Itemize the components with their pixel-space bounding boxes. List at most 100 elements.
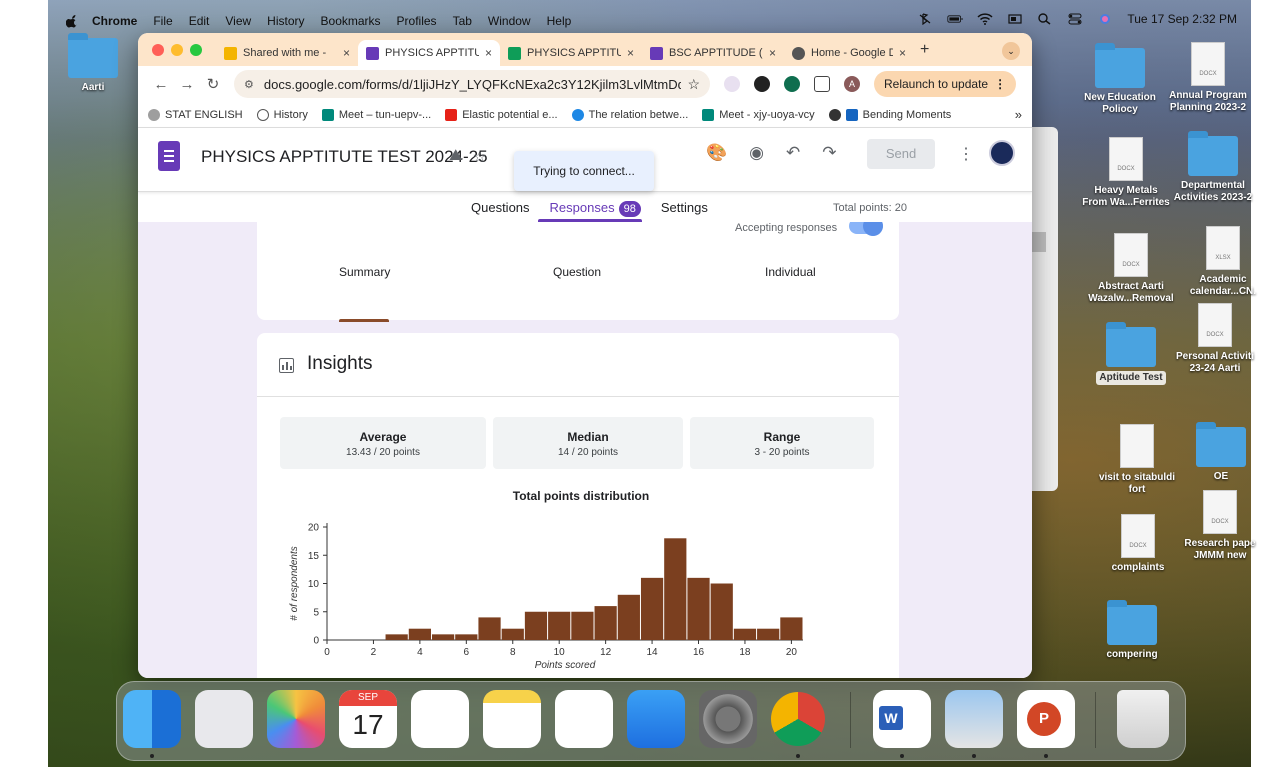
desktop-folder-oe[interactable]: OE <box>1176 422 1266 483</box>
back-arrow-icon[interactable]: ← <box>148 76 174 93</box>
wifi-icon[interactable] <box>977 13 993 25</box>
send-button[interactable]: Send <box>867 139 935 169</box>
desktop-folder-compering[interactable]: compering <box>1087 600 1177 661</box>
menu-history[interactable]: History <box>267 14 304 28</box>
preview-icon[interactable] <box>945 690 1003 748</box>
minimize-window-button[interactable] <box>171 43 183 56</box>
close-tab-icon[interactable]: × <box>627 46 634 60</box>
address-bar[interactable]: ⚙ docs.google.com/forms/d/1ljiJHzY_LYQFK… <box>234 70 710 98</box>
spotlight-search-icon[interactable] <box>1037 13 1053 25</box>
calendar-icon[interactable]: SEP 17 <box>339 690 397 748</box>
tab-search-chevron-icon[interactable]: ⌄ <box>1002 42 1020 60</box>
menu-file[interactable]: File <box>153 14 172 28</box>
subtab-individual[interactable]: Individual <box>765 265 816 279</box>
desktop-folder-new-education[interactable]: New Education Poliocy <box>1075 43 1165 116</box>
customize-theme-palette-icon[interactable]: 🎨 <box>706 143 727 163</box>
google-forms-logo-icon[interactable] <box>158 141 180 171</box>
extension-icon[interactable] <box>754 76 770 92</box>
new-tab-button[interactable]: + <box>920 41 929 59</box>
screen-mirroring-icon[interactable] <box>1007 13 1023 25</box>
bookmark-star-icon[interactable]: ☆ <box>687 76 700 93</box>
preview-eye-icon[interactable]: ◉ <box>749 143 764 163</box>
apple-icon[interactable] <box>66 14 78 28</box>
tab-physics-apptitute-sheet[interactable]: PHYSICS APPTITU × <box>500 40 642 66</box>
bookmark-meet-1[interactable]: Meet – tun-uepv-... <box>321 108 431 121</box>
desktop-doc-abstract[interactable]: DOCX Abstract Aarti Wazalw...Removal <box>1086 233 1176 305</box>
word-icon[interactable]: W <box>873 690 931 748</box>
siri-icon[interactable] <box>1097 13 1113 25</box>
bookmark-elastic-potential[interactable]: Elastic potential e... <box>445 108 558 121</box>
bookmark-meet-2[interactable]: Meet - xjy-uoya-vcy <box>702 108 815 121</box>
finder-icon[interactable] <box>123 690 181 748</box>
desktop-doc-heavy-metals[interactable]: DOCX Heavy Metals From Wa...Ferrites <box>1081 137 1171 209</box>
bookmark-bending-moments[interactable]: Bending Moments <box>828 108 951 121</box>
desktop-doc-research-paper[interactable]: DOCX Research pape JMMM new <box>1175 490 1265 562</box>
battery-icon[interactable] <box>947 13 963 25</box>
menu-window[interactable]: Window <box>488 14 531 28</box>
site-info-icon[interactable]: ⚙ <box>244 78 254 91</box>
tab-responses[interactable]: Responses 98 <box>550 200 641 217</box>
grammar-extension-icon[interactable] <box>784 76 800 92</box>
reload-icon[interactable]: ↻ <box>200 75 226 93</box>
menu-app-name[interactable]: Chrome <box>92 14 137 28</box>
freeform-icon[interactable] <box>555 690 613 748</box>
close-tab-icon[interactable]: × <box>769 46 776 60</box>
tab-physics-apptitute-active[interactable]: PHYSICS APPTITU × <box>358 40 500 66</box>
app-store-icon[interactable] <box>627 690 685 748</box>
accepting-responses-toggle[interactable] <box>849 222 883 236</box>
bookmark-relation-between[interactable]: The relation betwe... <box>571 108 688 121</box>
desktop-doc-sitabuldi[interactable]: visit to sitabuldi fort <box>1092 424 1182 496</box>
star-icon[interactable]: ☆ <box>472 147 486 167</box>
move-to-folder-icon[interactable]: ⛰ <box>449 147 462 167</box>
desktop-doc-personal-activities[interactable]: DOCX Personal Activiti 23-24 Aarti <box>1170 303 1260 375</box>
close-tab-icon[interactable]: × <box>485 46 492 60</box>
desktop-folder-aarti[interactable]: Aarti <box>48 33 138 94</box>
profile-avatar[interactable]: A <box>844 76 860 92</box>
close-tab-icon[interactable]: × <box>343 46 350 60</box>
powerpoint-icon[interactable]: P <box>1017 690 1075 748</box>
menu-clock[interactable]: Tue 17 Sep 2:32 PM <box>1127 12 1237 26</box>
close-tab-icon[interactable]: × <box>899 46 906 60</box>
subtab-summary[interactable]: Summary <box>339 265 390 279</box>
menu-edit[interactable]: Edit <box>189 14 210 28</box>
trash-icon[interactable] <box>1117 690 1169 748</box>
extensions-puzzle-icon[interactable] <box>814 76 830 92</box>
menu-help[interactable]: Help <box>547 14 572 28</box>
url-text[interactable]: docs.google.com/forms/d/1ljiJHzY_LYQFKcN… <box>264 77 682 92</box>
forward-arrow-icon[interactable]: → <box>174 76 200 93</box>
subtab-question[interactable]: Question <box>553 265 601 279</box>
control-center-icon[interactable] <box>1067 13 1083 25</box>
menu-view[interactable]: View <box>225 14 251 28</box>
photos-icon[interactable] <box>267 690 325 748</box>
tab-settings[interactable]: Settings <box>661 200 708 217</box>
notes-icon[interactable] <box>483 690 541 748</box>
menu-tab[interactable]: Tab <box>453 14 472 28</box>
desktop-xlsx-academic-calendar[interactable]: XLSX Academic calendar...CN. <box>1178 226 1268 298</box>
relaunch-to-update-button[interactable]: Relaunch to update ⋮ <box>874 71 1017 97</box>
desktop-doc-complaints[interactable]: DOCX complaints <box>1093 514 1183 574</box>
menu-profiles[interactable]: Profiles <box>397 14 437 28</box>
undo-icon[interactable]: ↶ <box>786 143 800 163</box>
close-window-button[interactable] <box>152 43 164 56</box>
zoom-window-button[interactable] <box>190 43 202 56</box>
desktop-doc-annual-program[interactable]: DOCX Annual Program Planning 2023-2 <box>1163 42 1253 114</box>
bluetooth-off-icon[interactable] <box>917 13 933 25</box>
menu-bookmarks[interactable]: Bookmarks <box>321 14 381 28</box>
launchpad-icon[interactable] <box>195 690 253 748</box>
tab-bsc-apptitude[interactable]: BSC APPTITUDE ( × <box>642 40 784 66</box>
more-options-icon[interactable]: ⋮ <box>958 144 974 164</box>
bookmarks-overflow-icon[interactable]: » <box>1015 107 1022 122</box>
tab-questions[interactable]: Questions <box>471 200 530 217</box>
reminders-icon[interactable] <box>411 690 469 748</box>
tab-home-google-drive[interactable]: Home - Google D × <box>784 40 914 66</box>
chrome-icon[interactable] <box>771 692 825 746</box>
desktop-folder-aptitude-test[interactable]: Aptitude Test <box>1086 322 1176 385</box>
bookmark-history[interactable]: History <box>256 108 308 121</box>
system-settings-icon[interactable] <box>699 690 757 748</box>
account-avatar[interactable] <box>989 140 1015 166</box>
desktop-folder-departmental[interactable]: Departmental Activities 2023-2 <box>1168 131 1258 204</box>
form-title[interactable]: PHYSICS APPTITUTE TEST 2024-25 <box>201 147 488 167</box>
redo-icon[interactable]: ↷ <box>822 143 836 163</box>
tab-shared-with-me[interactable]: Shared with me - × <box>216 40 358 66</box>
lens-extension-icon[interactable] <box>724 76 740 92</box>
